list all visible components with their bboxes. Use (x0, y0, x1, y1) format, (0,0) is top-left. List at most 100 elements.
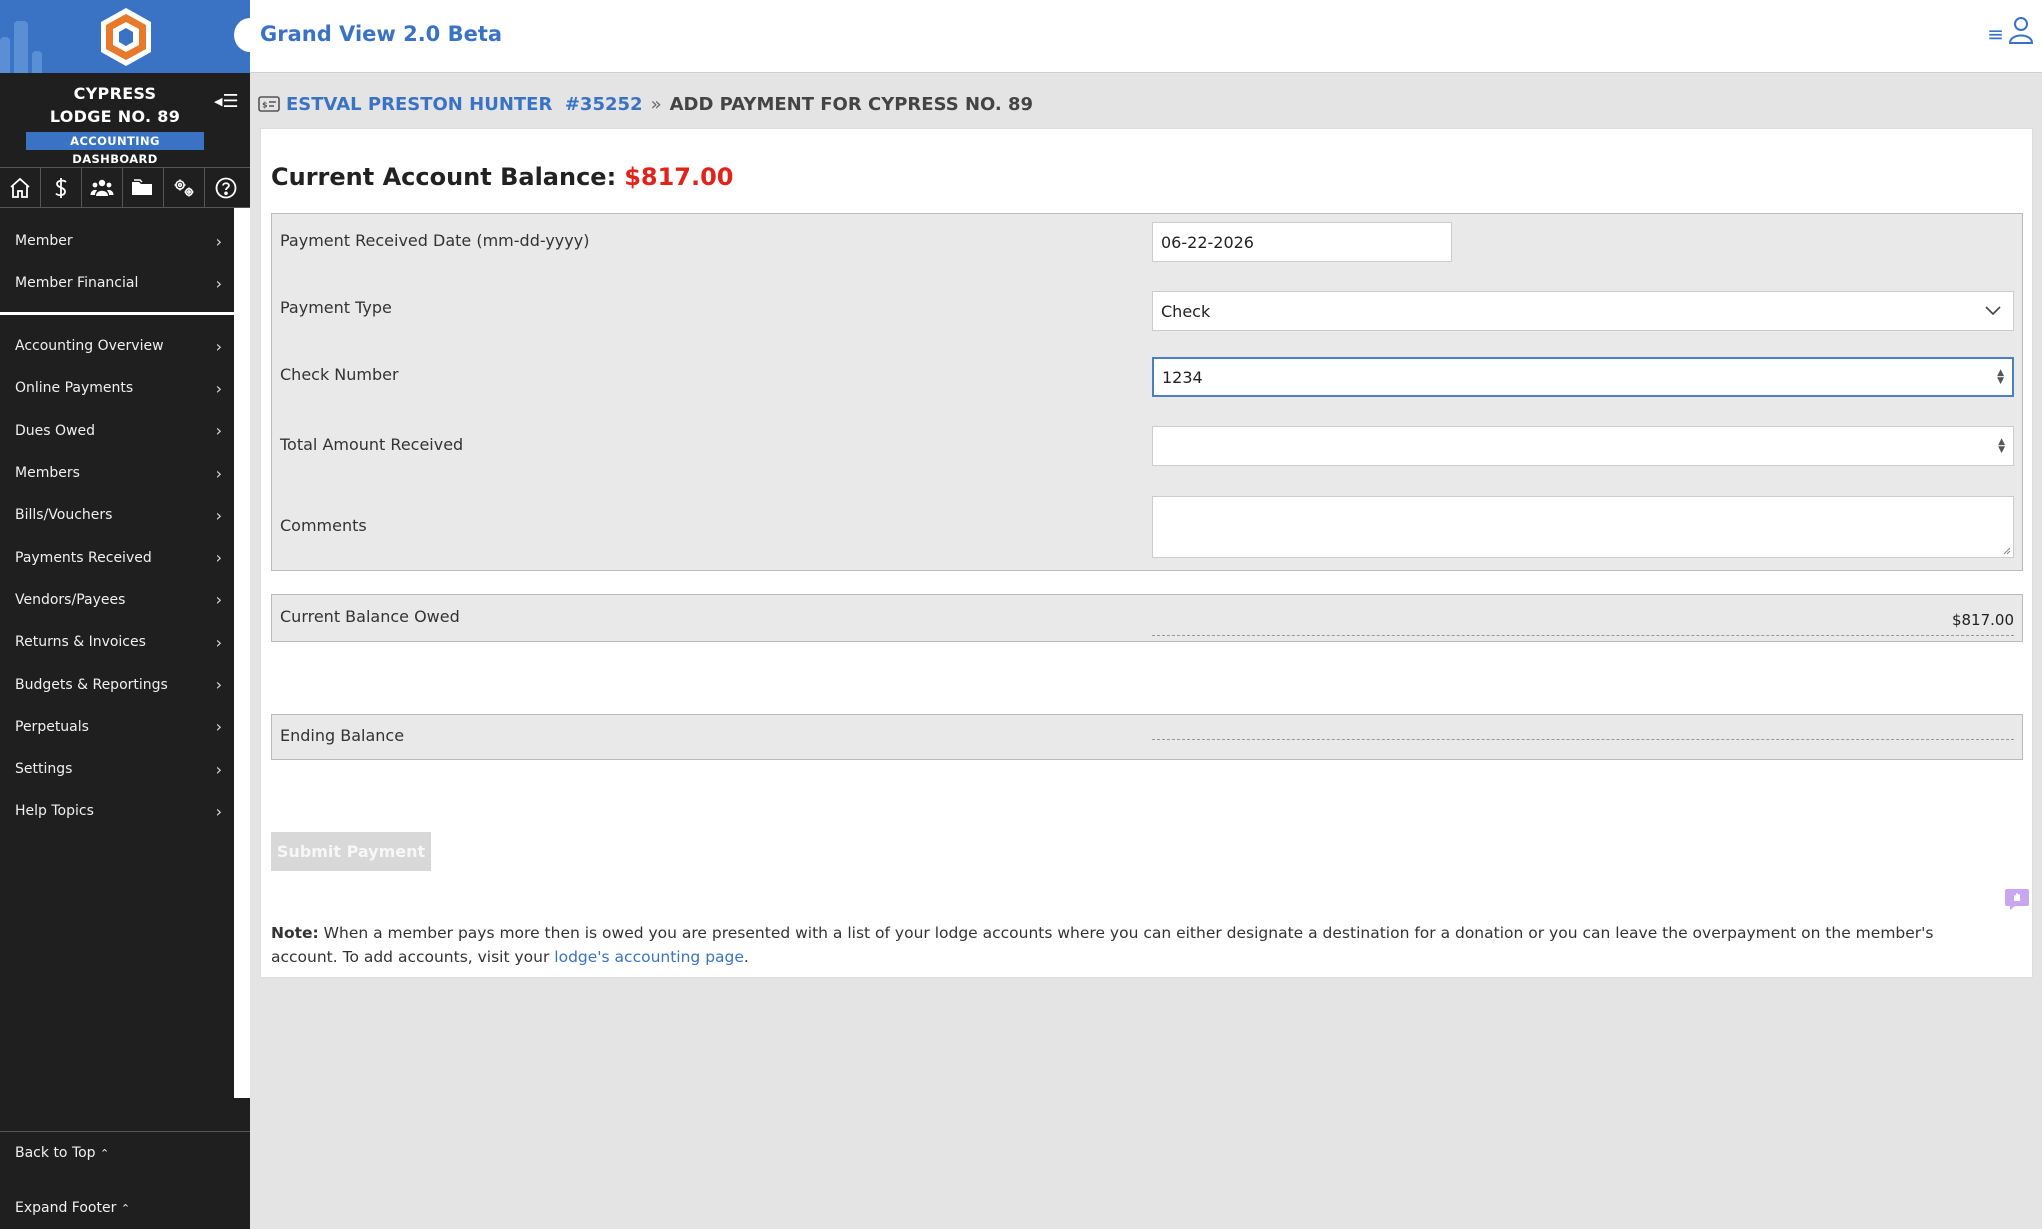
skyline-decoration (0, 37, 10, 73)
lodge-number-line: LODGE NO. 89 (49, 107, 181, 126)
balance-owed-label: Current Balance Owed (280, 607, 460, 626)
logo-bar (0, 0, 250, 73)
chevron-right-icon: › (215, 717, 222, 737)
sidebar-item-returns-invoices[interactable]: Returns & Invoices › (0, 621, 234, 663)
members-button[interactable] (82, 168, 123, 208)
sidebar-item-label: Settings (15, 761, 73, 778)
dashboard-badge[interactable]: ACCOUNTING DASHBOARD (26, 132, 204, 166)
overpayment-note: Note: When a member pays more then is ow… (271, 921, 2001, 969)
balance-value: $817.00 (624, 163, 734, 191)
balance-label: Current Account Balance: (271, 163, 617, 191)
breadcrumb-member-link[interactable]: ESTVAL PRESTON HUNTER #35252 (286, 94, 643, 115)
sidebar-item-label: Member Financial (15, 275, 139, 292)
note-label: Note: (271, 924, 319, 942)
gears-icon (174, 179, 194, 197)
payment-date-input[interactable]: 06-22-2026 (1152, 222, 1452, 262)
member-nav: Member › Member Financial › (0, 220, 234, 305)
payment-form-panel: Payment Received Date (mm-dd-yyyy) 06-22… (271, 213, 2023, 571)
back-to-top-link[interactable]: Back to Top ⌃ (15, 1145, 109, 1161)
chevron-up-icon: ⌃ (120, 1202, 131, 1215)
finance-button[interactable] (41, 168, 82, 208)
sidebar-item-bills-vouchers[interactable]: Bills/Vouchers › (0, 494, 234, 536)
dollar-icon (55, 178, 67, 198)
home-icon (10, 177, 30, 198)
chevron-right-icon: › (215, 505, 222, 525)
chevron-right-icon: › (215, 632, 222, 652)
sidebar-item-members[interactable]: Members › (0, 452, 234, 494)
payment-type-select[interactable]: Check (1152, 291, 2014, 331)
expand-footer-link[interactable]: Expand Footer ⌃ (15, 1200, 130, 1216)
check-number-input[interactable]: 1234 ▲ ▼ (1152, 357, 2014, 397)
sidebar-divider (0, 1131, 250, 1132)
balance-owed-panel: Current Balance Owed $817.00 (271, 594, 2023, 642)
chevron-right-icon: › (215, 548, 222, 568)
sidebar-item-help-topics[interactable]: Help Topics › (0, 790, 234, 832)
comments-label: Comments (280, 516, 367, 535)
note-end: . (743, 948, 749, 966)
skyline-decoration (14, 21, 28, 73)
collapse-sidebar-button[interactable]: ◀☰ (214, 92, 242, 112)
sidebar-item-label: Online Payments (15, 380, 134, 397)
submit-payment-button[interactable]: Submit Payment (271, 832, 431, 871)
chevron-right-icon: › (215, 590, 222, 610)
payment-date-value: 06-22-2026 (1161, 232, 1254, 252)
svg-text:$: $ (262, 101, 268, 110)
user-icon[interactable] (2008, 16, 2034, 44)
sidebar-item-label: Bills/Vouchers (15, 507, 113, 524)
resize-grip-icon[interactable] (2003, 547, 2011, 555)
nav-scroll-track[interactable] (234, 208, 250, 1098)
sidebar-item-budgets-reportings[interactable]: Budgets & Reportings › (0, 663, 234, 705)
sidebar-item-label: Returns & Invoices (15, 634, 146, 651)
accounting-nav: Accounting Overview › Online Payments › Du… (0, 325, 234, 833)
total-amount-input[interactable]: ▲ ▼ (1152, 426, 2014, 466)
accounting-page-link[interactable]: lodge's accounting page (554, 948, 744, 966)
payment-type-value: Check (1161, 301, 1211, 321)
sidebar-item-settings[interactable]: Settings › (0, 748, 234, 790)
member-card-icon: $ (258, 96, 280, 112)
comments-textarea[interactable] (1152, 496, 2014, 558)
nav-divider (0, 312, 234, 315)
check-number-label: Check Number (280, 365, 399, 384)
stepper-arrows-icon[interactable]: ▲ ▼ (1998, 438, 2005, 455)
check-number-value: 1234 (1162, 367, 1203, 387)
sidebar-item-label: Accounting Overview (15, 338, 164, 355)
sidebar-item-dues-owed[interactable]: Dues Owed › (0, 410, 234, 452)
sidebar-item-member-financial[interactable]: Member Financial › (0, 262, 234, 304)
sidebar: CYPRESS LODGE NO. 89 ◀☰ ACCOUNTING DASHB… (0, 0, 250, 1229)
chevron-right-icon: › (215, 378, 222, 398)
top-header: Grand View 2.0 Beta ≡ (234, 0, 2042, 73)
sidebar-item-label: Perpetuals (15, 718, 89, 735)
sidebar-item-accounting-overview[interactable]: Accounting Overview › (0, 325, 234, 367)
sidebar-item-online-payments[interactable]: Online Payments › (0, 367, 234, 409)
folder-icon (132, 179, 152, 195)
home-button[interactable] (0, 168, 41, 208)
users-icon (90, 179, 114, 196)
lodge-name-line: CYPRESS (73, 84, 157, 103)
chevron-up-icon: ⌃ (100, 1147, 110, 1160)
help-button[interactable] (205, 168, 246, 208)
sidebar-item-payments-received[interactable]: Payments Received › (0, 536, 234, 578)
chevron-right-icon: › (215, 336, 222, 356)
chat-widget-icon[interactable] (2004, 888, 2030, 910)
documents-button[interactable] (123, 168, 164, 208)
sidebar-item-label: Members (15, 465, 80, 482)
chevron-down-icon (1985, 306, 2001, 316)
ending-balance-panel: Ending Balance (271, 714, 2023, 760)
help-icon (215, 177, 236, 199)
settings-button[interactable] (164, 168, 205, 208)
sidebar-item-member[interactable]: Member › (0, 220, 234, 262)
expand-footer-label: Expand Footer (15, 1200, 117, 1216)
menu-icon[interactable]: ≡ (1987, 22, 2004, 46)
logo-icon[interactable] (98, 6, 154, 68)
chevron-right-icon: › (215, 463, 222, 483)
app-title[interactable]: Grand View 2.0 Beta (260, 22, 502, 46)
sidebar-item-perpetuals[interactable]: Perpetuals › (0, 706, 234, 748)
date-label: Payment Received Date (mm-dd-yyyy) (280, 231, 590, 250)
sidebar-item-label: Member (15, 233, 73, 250)
stepper-arrows-icon[interactable]: ▲ ▼ (1997, 369, 2004, 386)
sidebar-item-vendors-payees[interactable]: Vendors/Payees › (0, 579, 234, 621)
sidebar-item-label: Help Topics (15, 803, 94, 820)
breadcrumb: $ ESTVAL PRESTON HUNTER #35252 » ADD PAY… (258, 90, 1033, 118)
sidebar-item-label: Dues Owed (15, 422, 95, 439)
menu-icon: ☰ (222, 91, 239, 112)
